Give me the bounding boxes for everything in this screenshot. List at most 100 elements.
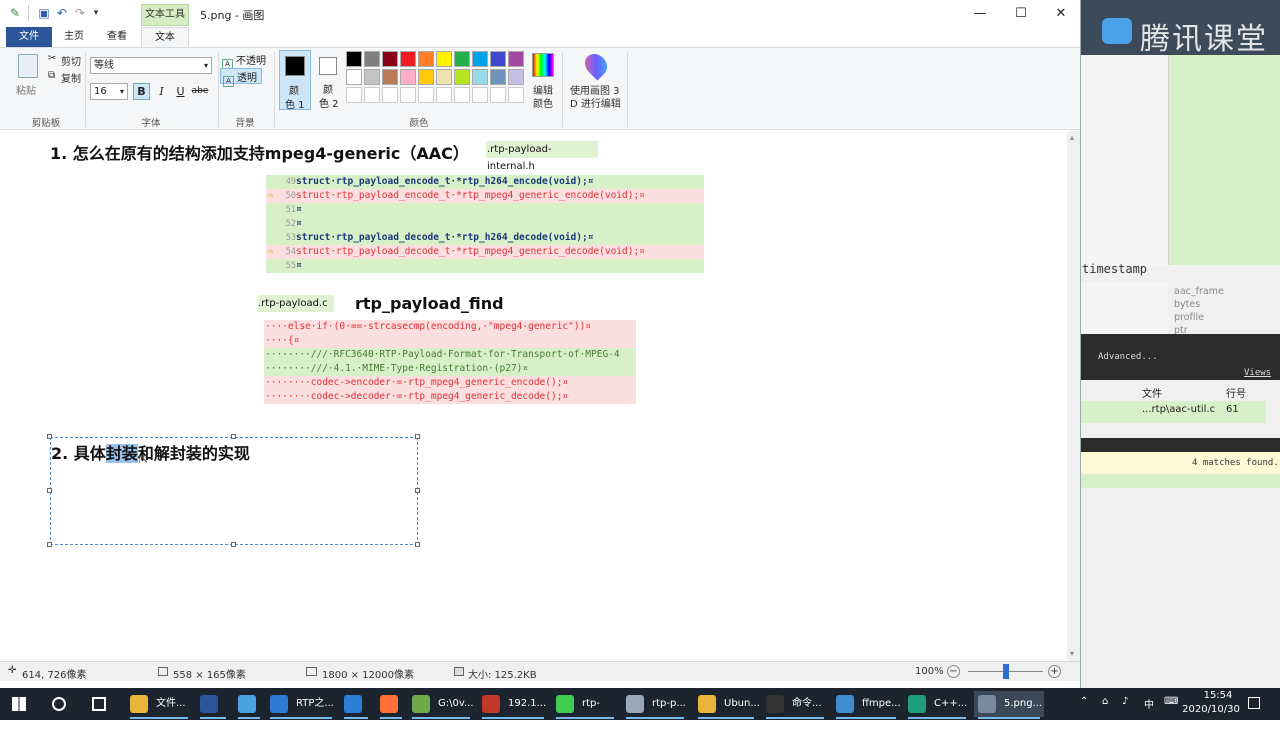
paint3d-icon[interactable] [580,49,612,81]
views-link[interactable]: Views [1244,368,1271,378]
zoom-out-button[interactable]: − [947,665,960,678]
drawing-canvas[interactable]: 1. 怎么在原有的结构添加支持mpeg4-generic（AAC） .rtp-p… [8,131,1067,661]
palette-swatch[interactable] [436,51,452,67]
resize-handle[interactable] [415,488,420,493]
palette-swatch[interactable] [454,51,470,67]
taskbar-app-button[interactable]: RTP之... [266,691,336,719]
vertical-scrollbar[interactable]: ▴ ▾ [1067,131,1080,661]
palette-swatch[interactable] [400,69,416,85]
cut-icon[interactable]: ✂ [48,53,56,64]
palette-swatch[interactable] [490,69,506,85]
advanced-button[interactable]: Advanced... [1098,352,1158,362]
palette-empty-swatch[interactable] [364,87,380,103]
paste-button[interactable]: 粘贴 [16,82,36,97]
palette-swatch[interactable] [346,51,362,67]
copy-button[interactable]: 复制 [61,70,81,85]
edit-colors-icon[interactable] [532,53,554,77]
strikethrough-button[interactable]: abe [190,83,210,100]
palette-swatch[interactable] [418,69,434,85]
taskbar-app-button[interactable]: ffmpe... [832,691,901,719]
paint3d-label-b[interactable]: D 进行编辑 [570,95,621,110]
underline-button[interactable]: U [172,83,189,100]
ime-mode-icon[interactable]: 中 [1144,696,1154,711]
palette-empty-swatch[interactable] [508,87,524,103]
palette-swatch[interactable] [364,69,380,85]
copy-icon[interactable]: ⧉ [48,70,55,81]
palette-empty-swatch[interactable] [436,87,452,103]
tab-text[interactable]: 文本 [141,27,189,47]
palette-swatch[interactable] [472,69,488,85]
taskbar-app-button[interactable]: 命令... [762,691,828,719]
palette-swatch[interactable] [400,51,416,67]
taskbar-app-button[interactable] [376,691,406,719]
resize-handle[interactable] [231,542,236,547]
palette-empty-swatch[interactable] [400,87,416,103]
taskbar-app-button[interactable]: 文件... [126,691,192,719]
clock-date[interactable]: 2020/10/30 [1176,704,1246,715]
notification-icon[interactable] [1248,697,1260,709]
taskbar-app-button[interactable] [196,691,230,719]
task-view-icon[interactable] [92,697,106,711]
resize-handle[interactable] [47,434,52,439]
palette-empty-swatch[interactable] [472,87,488,103]
taskbar-app-button[interactable]: rtp-m... [552,691,618,735]
search-icon[interactable] [52,697,66,711]
font-size-select[interactable]: 16 ▾ [90,83,128,100]
heading-2[interactable]: 2. 具体封装和解封装的实现 [51,440,250,464]
scroll-up-icon[interactable]: ▴ [1070,133,1074,142]
maximize-button[interactable]: ☐ [1001,0,1041,27]
opaque-option[interactable]: A 不透明 [222,52,270,70]
palette-swatch[interactable] [454,69,470,85]
palette-empty-swatch[interactable] [346,87,362,103]
font-family-select[interactable]: 等线 ▾ [90,57,212,74]
taskbar-app-button[interactable] [234,691,264,719]
resize-handle[interactable] [231,434,236,439]
palette-swatch[interactable] [508,69,524,85]
cut-button[interactable]: 剪切 [61,53,81,68]
resize-handle[interactable] [415,542,420,547]
palette-empty-swatch[interactable] [454,87,470,103]
windows-start-icon[interactable] [12,697,26,711]
palette-empty-swatch[interactable] [382,87,398,103]
palette-swatch[interactable] [382,51,398,67]
zoom-in-button[interactable]: + [1048,665,1061,678]
scroll-down-icon[interactable]: ▾ [1070,649,1074,658]
bg-list-item[interactable]: aac_frame [1174,285,1274,298]
customize-quickaccess-icon[interactable]: ▾ [89,6,103,20]
tab-view[interactable]: 查看 [97,27,137,47]
resize-handle[interactable] [415,434,420,439]
palette-swatch[interactable] [508,51,524,67]
undo-icon[interactable]: ↶ [55,6,69,20]
chevron-up-icon[interactable]: ⌃ [1080,696,1088,707]
transparent-option[interactable]: A 透明 [220,68,262,87]
redo-icon[interactable]: ↷ [73,6,87,20]
palette-empty-swatch[interactable] [490,87,506,103]
bg-list-item[interactable]: profile [1174,311,1274,324]
taskbar-app-button[interactable]: G:\0v... [408,691,474,719]
paste-icon[interactable] [18,54,38,78]
resize-handle[interactable] [47,488,52,493]
volume-icon[interactable]: ♪ [1122,696,1128,707]
palette-swatch[interactable] [472,51,488,67]
color2-button[interactable]: 颜 色 2 [314,50,346,110]
palette-swatch[interactable] [418,51,434,67]
paint-app-icon[interactable]: ✎ [8,6,22,20]
edit-colors-label-b[interactable]: 颜色 [533,95,553,110]
resize-handle[interactable] [47,542,52,547]
clock-time[interactable]: 15:54 [1190,690,1246,701]
taskbar-app-button[interactable]: 5.png... [974,691,1044,719]
taskbar-app-button[interactable]: C++... [904,691,970,719]
bold-button[interactable]: B [133,83,150,100]
palette-swatch[interactable] [382,69,398,85]
taskbar-app-button[interactable]: Ubun... [694,691,760,719]
bg-list-item[interactable]: bytes [1174,298,1274,311]
palette-swatch[interactable] [436,69,452,85]
minimize-button[interactable]: — [960,0,1000,27]
palette-empty-swatch[interactable] [418,87,434,103]
tab-file[interactable]: 文件 [6,27,52,47]
close-button[interactable]: ✕ [1041,0,1080,27]
palette-swatch[interactable] [346,69,362,85]
italic-button[interactable]: I [153,83,170,100]
taskbar-app-button[interactable]: rtp-p... [622,691,688,719]
taskbar-app-button[interactable]: 192.1... [478,691,548,719]
